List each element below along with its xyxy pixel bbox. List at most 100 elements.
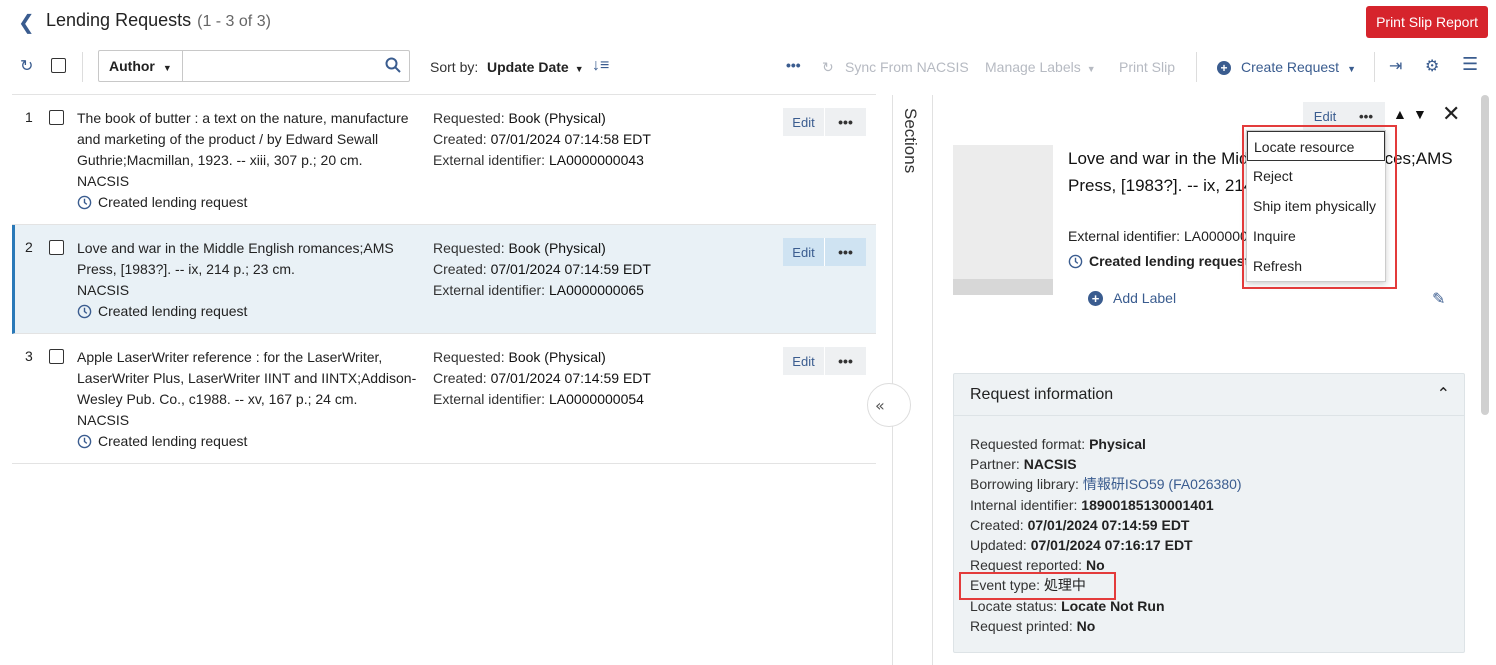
result-count: (1 - 3 of 3) bbox=[197, 13, 271, 30]
row-more-button[interactable]: ••• bbox=[825, 108, 866, 136]
close-icon[interactable]: ✕ bbox=[1442, 101, 1460, 127]
created-value: 07/01/2024 07:14:59 EDT bbox=[490, 370, 651, 386]
detail-scrollbar[interactable] bbox=[1481, 95, 1489, 415]
row-source: NACSIS bbox=[77, 173, 130, 189]
sections-label[interactable]: Sections bbox=[900, 108, 920, 173]
created-value: 07/01/2024 07:14:58 EDT bbox=[490, 131, 651, 147]
event-type-highlight-box bbox=[959, 572, 1116, 600]
request-information-section: Request information ⌃ Requested format: … bbox=[953, 373, 1465, 653]
external-id-value: LA0000000065 bbox=[548, 282, 644, 298]
table-row[interactable]: 2 Love and war in the Middle English rom… bbox=[12, 225, 876, 334]
row-more-button[interactable]: ••• bbox=[825, 238, 866, 266]
row-event: Created lending request bbox=[77, 301, 419, 322]
requested-format-value: Physical bbox=[1089, 436, 1146, 452]
field-label: Internal identifier: bbox=[970, 496, 1078, 513]
thumbnail-footer bbox=[953, 279, 1053, 295]
select-all-checkbox[interactable] bbox=[51, 58, 66, 73]
chevron-down-icon: ▼ bbox=[1086, 64, 1096, 74]
clock-icon bbox=[77, 304, 92, 319]
requested-value: Book (Physical) bbox=[508, 110, 606, 126]
search-icon[interactable] bbox=[385, 57, 401, 73]
created-value: 07/01/2024 07:14:59 EDT bbox=[1027, 516, 1190, 533]
sync-icon: ↻ bbox=[822, 59, 834, 75]
row-event-text: Created lending request bbox=[98, 303, 248, 319]
pencil-icon[interactable]: ✎ bbox=[1432, 289, 1445, 309]
sort-label: Sort by: bbox=[430, 59, 479, 75]
row-meta: Requested: Book (Physical) Created: 07/0… bbox=[433, 238, 763, 301]
row-title[interactable]: The book of butter : a text on the natur… bbox=[77, 110, 409, 168]
print-slip-button[interactable]: Print Slip bbox=[1119, 59, 1175, 75]
print-slip-report-button[interactable]: Print Slip Report bbox=[1366, 6, 1488, 38]
borrowing-library-link[interactable]: 情報研ISO59 (FA026380) bbox=[1083, 476, 1242, 492]
requested-value: Book (Physical) bbox=[508, 349, 606, 365]
back-icon[interactable]: ❮ bbox=[18, 10, 35, 35]
clock-icon bbox=[77, 195, 92, 210]
row-meta: Requested: Book (Physical) Created: 07/0… bbox=[433, 347, 763, 410]
row-description: The book of butter : a text on the natur… bbox=[77, 108, 419, 213]
field-label: Updated: bbox=[970, 537, 1027, 554]
request-printed-value: No bbox=[1076, 617, 1096, 634]
refresh-icon[interactable]: ↻ bbox=[20, 56, 33, 76]
search-input[interactable] bbox=[185, 52, 375, 80]
create-request-button[interactable]: + Create Request ▼ bbox=[1217, 59, 1356, 75]
row-event-text: Created lending request bbox=[98, 194, 248, 210]
settings-icon[interactable]: ⚙ bbox=[1425, 56, 1439, 76]
row-title[interactable]: Apple LaserWriter reference : for the La… bbox=[77, 349, 416, 407]
table-row[interactable]: 1 The book of butter : a text on the nat… bbox=[12, 95, 876, 225]
created-label: Created: bbox=[433, 370, 487, 386]
sort-select[interactable]: Update Date ▼ bbox=[487, 59, 584, 75]
search-box: Author ▼ bbox=[98, 50, 410, 82]
page-title: Lending Requests (1 - 3 of 3) bbox=[46, 10, 271, 31]
create-request-label: Create Request bbox=[1241, 59, 1340, 75]
created-label: Created: bbox=[433, 261, 487, 277]
toolbar-divider bbox=[1374, 52, 1375, 82]
request-information-body: Requested format: Physical Partner: NACS… bbox=[970, 434, 1242, 636]
row-source: NACSIS bbox=[77, 282, 130, 298]
external-id-label: External identifier: bbox=[433, 391, 546, 407]
row-title[interactable]: Love and war in the Middle English roman… bbox=[77, 240, 394, 277]
field-label: Locate status: bbox=[970, 597, 1058, 614]
menu-highlight-box bbox=[1242, 125, 1397, 289]
internal-id-value: 18900185130001401 bbox=[1081, 496, 1214, 513]
chevron-down-icon: ▼ bbox=[162, 63, 172, 73]
edit-button[interactable]: Edit bbox=[783, 238, 825, 266]
row-event-text: Created lending request bbox=[98, 433, 248, 449]
row-checkbox[interactable] bbox=[49, 240, 64, 255]
list-view-icon[interactable]: ☰ bbox=[1462, 54, 1478, 75]
edit-button[interactable]: Edit bbox=[783, 108, 825, 136]
search-field-select[interactable]: Author ▼ bbox=[99, 51, 183, 81]
sync-from-nacsis-button[interactable]: Sync From NACSIS bbox=[845, 59, 969, 75]
manage-labels-button[interactable]: Manage Labels ▼ bbox=[985, 59, 1096, 75]
chevron-down-icon: ▼ bbox=[1347, 64, 1356, 74]
request-reported-value: No bbox=[1085, 557, 1105, 574]
sections-bar[interactable] bbox=[893, 95, 933, 665]
created-value: 07/01/2024 07:14:59 EDT bbox=[490, 261, 651, 277]
request-information-header[interactable]: Request information ⌃ bbox=[954, 374, 1464, 416]
more-actions-icon[interactable]: ••• bbox=[786, 57, 801, 73]
edit-button[interactable]: Edit bbox=[783, 347, 825, 375]
field-label: Requested format: bbox=[970, 436, 1086, 452]
export-icon[interactable]: ⇥ bbox=[1389, 56, 1402, 76]
requested-label: Requested: bbox=[433, 240, 505, 256]
next-record-icon[interactable]: ▼ bbox=[1413, 106, 1427, 122]
field-label: Partner: bbox=[970, 456, 1020, 473]
row-more-button[interactable]: ••• bbox=[825, 347, 866, 375]
section-heading: Request information bbox=[970, 386, 1114, 403]
page-title-text: Lending Requests bbox=[46, 10, 192, 30]
row-checkbox[interactable] bbox=[49, 349, 64, 364]
page-header: ❮ Lending Requests (1 - 3 of 3) Print Sli… bbox=[0, 0, 1496, 44]
clock-icon bbox=[77, 434, 92, 449]
toolbar-divider bbox=[82, 52, 83, 82]
chevron-up-icon[interactable]: ⌃ bbox=[1437, 384, 1450, 404]
field-label: Request reported: bbox=[970, 557, 1083, 574]
requested-label: Requested: bbox=[433, 349, 505, 365]
previous-record-icon[interactable]: ▲ bbox=[1393, 106, 1407, 122]
row-number: 1 bbox=[25, 109, 33, 125]
detail-event: Created lending request bbox=[1068, 253, 1249, 269]
external-id-label: External identifier: bbox=[433, 152, 546, 168]
locate-status-value: Locate Not Run bbox=[1061, 597, 1165, 614]
row-checkbox[interactable] bbox=[49, 110, 64, 125]
sort-direction-icon[interactable]: ↓≡ bbox=[592, 57, 609, 75]
table-row[interactable]: 3 Apple LaserWriter reference : for the … bbox=[12, 334, 876, 464]
add-label-button[interactable]: + Add Label bbox=[1088, 290, 1176, 306]
